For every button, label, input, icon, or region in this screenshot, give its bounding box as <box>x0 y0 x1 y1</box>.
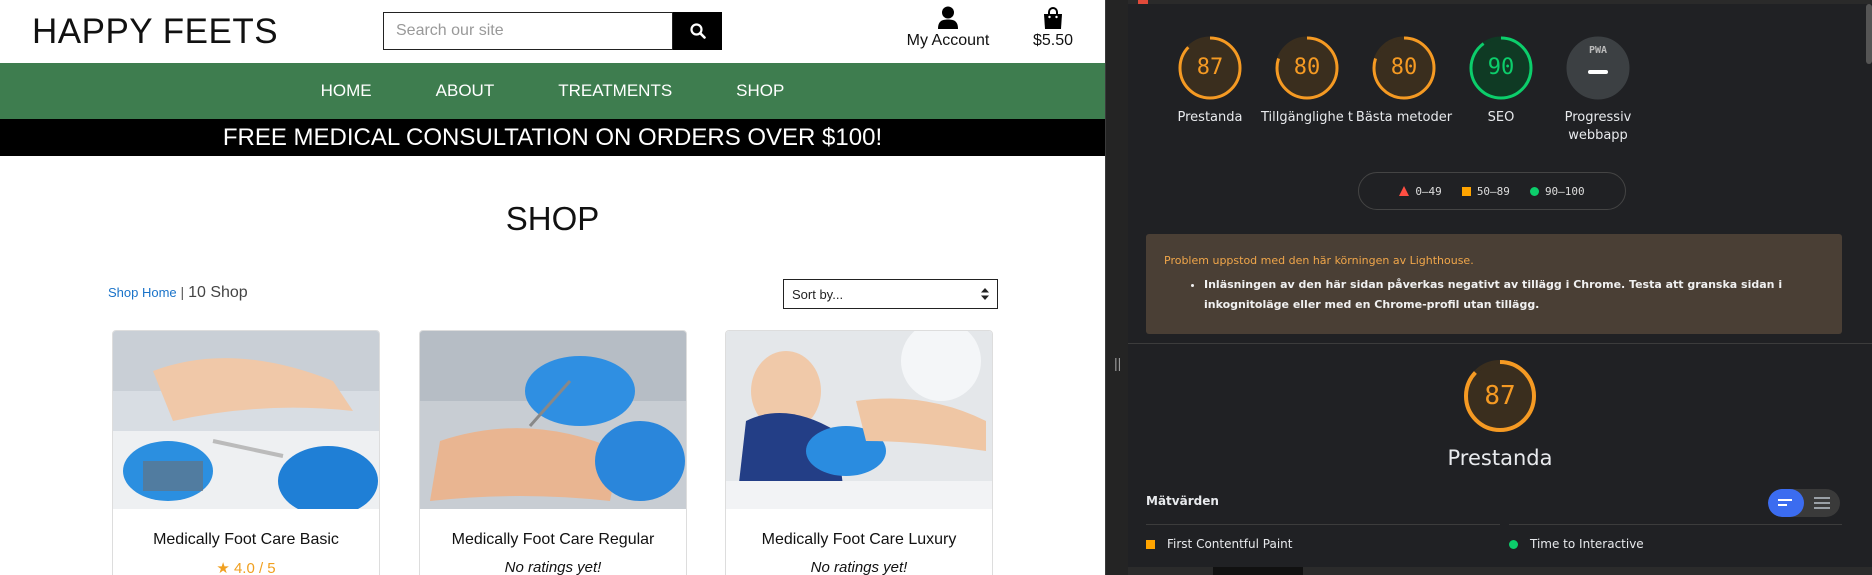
search-form <box>383 12 722 50</box>
product-count: 10 Shop <box>188 284 248 301</box>
breadcrumb-separator: | <box>180 284 185 300</box>
gauge-ring: 80 <box>1275 36 1339 100</box>
square-icon <box>1146 539 1155 549</box>
score-gauge[interactable]: 90 SEO <box>1451 36 1551 127</box>
legend-pass-range: 90–100 <box>1544 184 1585 198</box>
pwa-icon: PWA <box>1588 45 1608 56</box>
score-label: SEO <box>1487 110 1515 125</box>
search-input[interactable] <box>383 12 673 50</box>
sort-selected-value: Sort by... <box>792 286 844 302</box>
devtools-top-strip <box>1128 0 1872 4</box>
product-card[interactable]: Medically Foot Care Regular No ratings y… <box>419 330 687 575</box>
divider <box>1146 524 1500 525</box>
score-label: Prestanda <box>1177 110 1243 125</box>
metric-tti-name: Time to Interactive <box>1530 537 1644 551</box>
score-value: 80 <box>1293 55 1321 80</box>
metric-tti: Time to Interactive <box>1509 537 1644 551</box>
circle-icon <box>1509 539 1518 549</box>
product-title[interactable]: Medically Foot Care Luxury <box>726 531 992 549</box>
legend-average-range: 50–89 <box>1476 184 1510 198</box>
legend-fail: 0–49 <box>1399 185 1442 198</box>
score-gauge[interactable]: 80 Tillgänglighe t <box>1257 36 1357 127</box>
my-account-link[interactable]: My Account <box>900 6 996 50</box>
performance-gauge: 87 <box>1450 358 1550 434</box>
devtools-resize-handle[interactable]: || <box>1105 0 1128 575</box>
score-gauge[interactable]: 80 Bästa metoder <box>1354 36 1454 127</box>
drag-grip-icon: || <box>1114 355 1122 371</box>
score-gauge[interactable]: 87 Prestanda <box>1160 36 1260 127</box>
metrics-heading: Mätvärden <box>1146 494 1219 508</box>
promo-banner: FREE MEDICAL CONSULTATION ON ORDERS OVER… <box>0 119 1105 156</box>
product-title[interactable]: Medically Foot Care Basic <box>113 531 379 549</box>
gauge-ring: PWA <box>1566 36 1630 100</box>
my-account-label: My Account <box>906 32 990 49</box>
performance-title: Prestanda <box>1447 446 1553 470</box>
page-title: SHOP <box>505 200 600 237</box>
gauge-ring: 90 <box>1469 36 1533 100</box>
nav-about[interactable]: ABOUT <box>404 81 527 101</box>
metric-fcp-name: First Contentful Paint <box>1167 537 1293 551</box>
gauge-ring: 87 <box>1178 36 1242 100</box>
rating-value: 4.0 / 5 <box>233 560 276 575</box>
score-gauge[interactable]: PWA Progressiv webbapp <box>1548 36 1648 145</box>
score-label: Bästa metoder <box>1355 110 1453 125</box>
warning-title: Problem uppstod med den här körningen av… <box>1164 254 1474 267</box>
search-button[interactable] <box>673 12 722 50</box>
search-icon <box>689 23 706 39</box>
star-icon: ★ <box>216 560 230 575</box>
product-image[interactable] <box>420 331 686 509</box>
score-legend: 0–49 50–89 90–100 <box>1358 172 1626 210</box>
product-rating: ★ 4.0 / 5 <box>113 559 379 575</box>
select-arrows-icon <box>981 288 989 300</box>
sort-select[interactable]: Sort by... <box>783 279 998 309</box>
legend-average: 50–89 <box>1461 184 1510 198</box>
shopping-bag-link[interactable]: $5.50 <box>1030 6 1076 50</box>
view-expanded-button[interactable] <box>1804 489 1840 517</box>
product-card[interactable]: Medically Foot Care Luxury No ratings ye… <box>725 330 993 575</box>
score-value: 80 <box>1390 55 1418 80</box>
legend-pass: 90–100 <box>1529 184 1585 198</box>
performance-score: 87 <box>1484 381 1516 411</box>
breadcrumb-shop-home[interactable]: Shop Home <box>108 285 177 300</box>
product-title[interactable]: Medically Foot Care Regular <box>420 531 686 549</box>
score-value: 90 <box>1487 55 1515 80</box>
nav-home[interactable]: HOME <box>289 81 404 101</box>
lighthouse-panel: 87 Prestanda 80 Tillgänglighe t 80 Bästa meto… <box>1128 0 1872 575</box>
divider <box>1509 524 1842 525</box>
pwa-dash-icon <box>1588 70 1608 74</box>
triangle-icon <box>1399 186 1410 196</box>
score-value: 87 <box>1196 55 1224 80</box>
view-compact-button[interactable] <box>1768 489 1804 517</box>
nav-shop[interactable]: SHOP <box>704 81 816 101</box>
product-image[interactable] <box>726 331 992 509</box>
score-label: Tillgänglighe t <box>1260 110 1354 125</box>
nav-treatments[interactable]: TREATMENTS <box>526 81 704 101</box>
square-icon <box>1461 186 1471 196</box>
product-image[interactable] <box>113 331 379 509</box>
warning-item: Inläsningen av den här sidan påverkas ne… <box>1204 275 1824 315</box>
product-rating: No ratings yet! <box>504 559 602 575</box>
list-compact-icon <box>1778 499 1792 506</box>
divider <box>1128 343 1872 344</box>
breadcrumb: Shop Home | 10 Shop <box>108 284 248 302</box>
user-icon <box>938 6 958 29</box>
product-rating: No ratings yet! <box>810 559 908 575</box>
gauge-ring: 80 <box>1372 36 1436 100</box>
circle-icon <box>1529 186 1539 196</box>
metric-fcp: First Contentful Paint <box>1146 537 1292 551</box>
main-nav: HOME ABOUT TREATMENTS SHOP <box>0 63 1105 119</box>
metrics-view-toggle[interactable] <box>1768 489 1840 517</box>
bag-total: $5.50 <box>1032 32 1074 49</box>
score-label: Progressiv webbapp <box>1564 110 1632 143</box>
scrollbar[interactable] <box>1866 4 1872 64</box>
shopping-bag-icon <box>1044 7 1062 29</box>
legend-fail-range: 0–49 <box>1415 184 1442 198</box>
list-expanded-icon <box>1814 497 1830 509</box>
site-logo[interactable]: HAPPY FEETS <box>32 12 278 52</box>
warning-box: Problem uppstod med den här körningen av… <box>1146 234 1842 334</box>
product-card[interactable]: Medically Foot Care Basic ★ 4.0 / 5 <box>112 330 380 575</box>
devtools-bottom-tab[interactable] <box>1213 567 1303 575</box>
website-viewport: HAPPY FEETS My Account $5.50 HOME ABOUT … <box>0 0 1105 575</box>
